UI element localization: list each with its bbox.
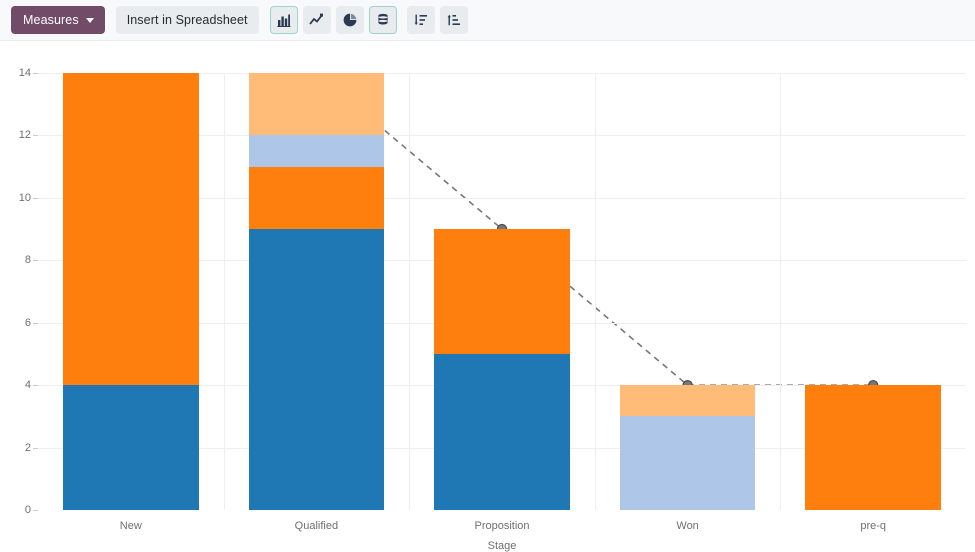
sort-ascending-icon [447, 13, 461, 27]
bar-chart-icon [277, 13, 291, 27]
y-axis-tick-label: 0 [25, 504, 31, 516]
chevron-down-icon [86, 18, 94, 23]
y-axis-tick-mark [33, 448, 38, 449]
stacked-database-icon [376, 13, 390, 27]
pie-chart-icon [343, 13, 357, 27]
sort-button-group [407, 6, 468, 34]
gridline-vertical [595, 73, 596, 510]
line-chart-icon-button[interactable] [303, 6, 331, 34]
sort-descending-icon [414, 13, 428, 27]
bar-segment[interactable] [620, 416, 755, 510]
y-axis-tick-mark [33, 135, 38, 136]
y-axis-tick-mark [33, 260, 38, 261]
y-axis-tick-mark [33, 198, 38, 199]
sort-descending-icon-button[interactable] [407, 6, 435, 34]
bar-segment[interactable] [249, 135, 384, 166]
measures-button[interactable]: Measures [11, 6, 105, 34]
bar-chart-icon-button[interactable] [270, 6, 298, 34]
y-axis-tick-label: 4 [25, 379, 31, 391]
bar-segment[interactable] [249, 73, 384, 135]
y-axis-tick-label: 6 [25, 317, 31, 329]
y-axis-tick-mark [33, 323, 38, 324]
y-axis-tick-label: 8 [25, 254, 31, 266]
gridline-vertical [409, 73, 410, 510]
chart-toolbar: Measures Insert in Spreadsheet [0, 0, 975, 41]
line-chart-icon [309, 13, 324, 27]
x-axis-title: Stage [488, 540, 517, 552]
bar-segment[interactable] [63, 73, 198, 385]
x-axis-tick-label: Won [676, 520, 698, 532]
bar-segment[interactable] [249, 229, 384, 510]
bar-segment[interactable] [434, 354, 569, 510]
insert-in-spreadsheet-button[interactable]: Insert in Spreadsheet [116, 6, 259, 34]
bar-segment[interactable] [805, 385, 940, 510]
bar-segment[interactable] [63, 385, 198, 510]
gridline-vertical [780, 73, 781, 510]
y-axis-tick-label: 12 [19, 129, 31, 141]
plot-area: Stage New Sum: 14Qualified Sum: 14Propos… [38, 73, 966, 510]
x-axis-tick-label: Proposition [474, 520, 529, 532]
y-axis-tick-label: 10 [19, 192, 31, 204]
chart-type-button-group [270, 6, 397, 34]
y-axis-tick-mark [33, 73, 38, 74]
y-axis-tick-label: 2 [25, 442, 31, 454]
bar-segment[interactable] [434, 229, 569, 354]
bar-segment[interactable] [249, 167, 384, 229]
x-axis-tick-label: New [120, 520, 142, 532]
x-axis-tick-label: Qualified [295, 520, 338, 532]
insert-in-spreadsheet-label: Insert in Spreadsheet [127, 13, 248, 27]
y-axis-tick-mark [33, 385, 38, 386]
measures-button-label: Measures [23, 13, 79, 27]
gridline-vertical [224, 73, 225, 510]
x-axis-tick-label: pre-q [860, 520, 886, 532]
chart-canvas[interactable]: Stage New Sum: 14Qualified Sum: 14Propos… [0, 41, 975, 521]
pie-chart-icon-button[interactable] [336, 6, 364, 34]
y-axis-tick-label: 14 [19, 67, 31, 79]
y-axis-tick-mark [33, 510, 38, 511]
stacked-database-icon-button[interactable] [369, 6, 397, 34]
bar-segment[interactable] [620, 385, 755, 416]
sort-ascending-icon-button[interactable] [440, 6, 468, 34]
